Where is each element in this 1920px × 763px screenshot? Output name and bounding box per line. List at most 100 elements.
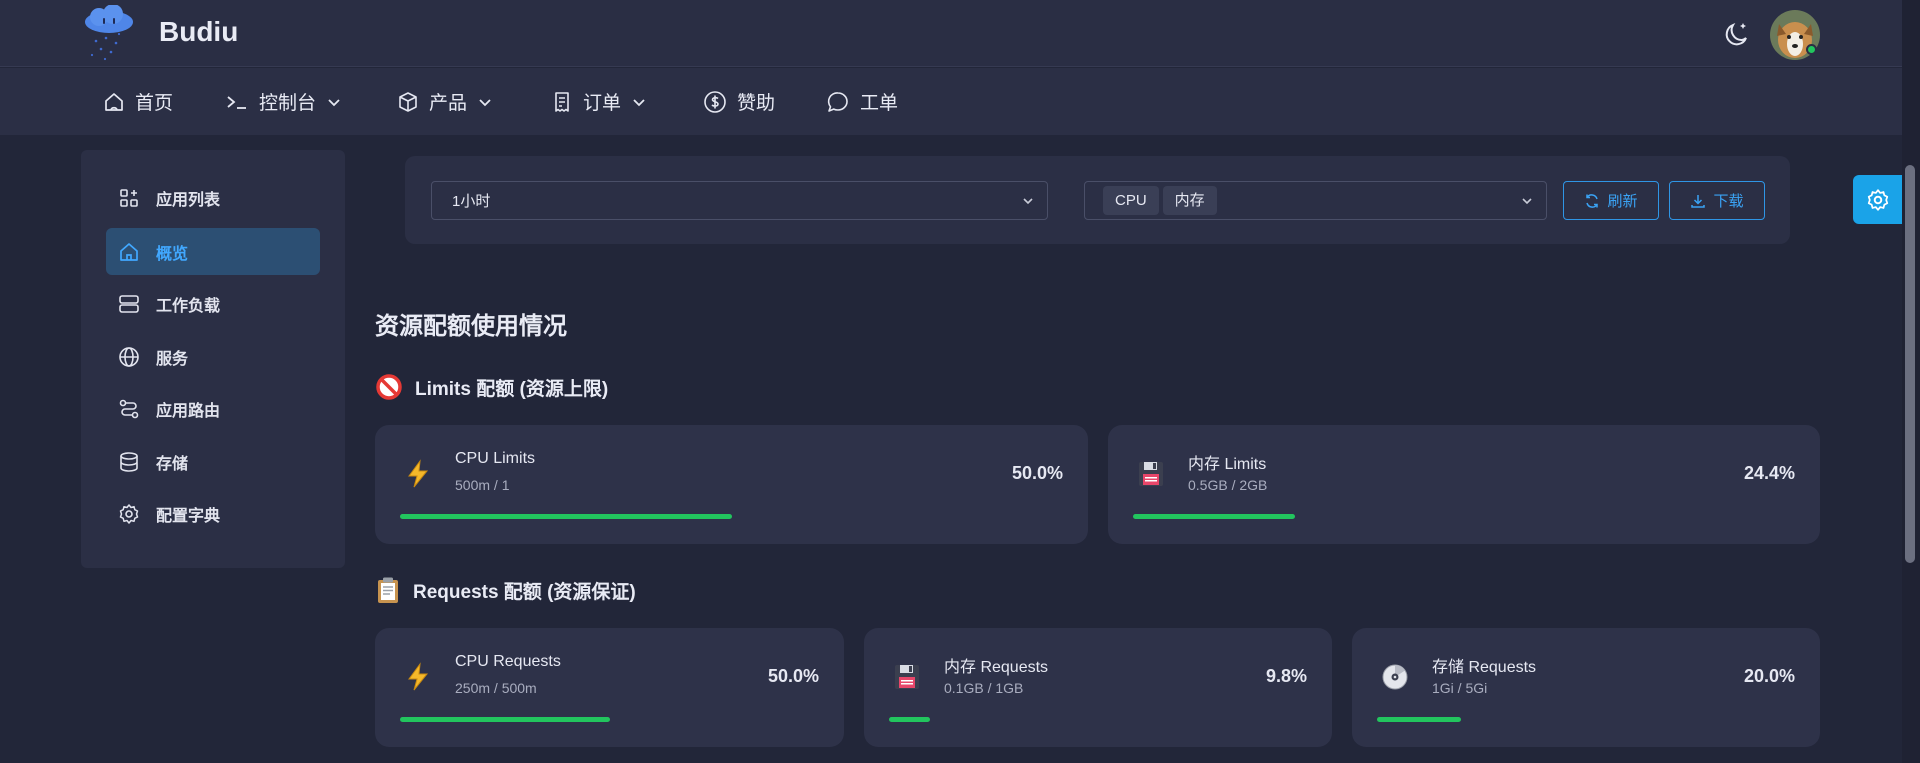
- brand-name[interactable]: Budiu: [159, 16, 238, 48]
- time-range-select[interactable]: 1小时: [431, 181, 1048, 220]
- chevron-down-icon: [328, 98, 340, 106]
- scrollbar-thumb[interactable]: [1905, 165, 1915, 563]
- route-icon: [119, 399, 139, 418]
- sidebar-item-storage[interactable]: 存储: [106, 438, 320, 485]
- moon-icon[interactable]: [1722, 18, 1752, 48]
- card-percent: 50.0%: [767, 666, 819, 686]
- chevron-down-icon: [479, 98, 491, 106]
- progress-bar: [889, 717, 1307, 722]
- nav-sponsor-label: 赞助: [737, 93, 776, 114]
- progress-fill: [1377, 717, 1461, 722]
- sidebar-item-label: 服务: [156, 350, 189, 368]
- cloud-logo-icon[interactable]: [82, 4, 136, 63]
- requests-heading-text: Requests 配额 (资源保证): [413, 581, 636, 603]
- home-icon: [120, 242, 138, 261]
- metric-tag-memory[interactable]: 内存: [1162, 186, 1217, 215]
- chat-icon: [827, 91, 848, 112]
- terminal-icon: [227, 95, 246, 109]
- receipt-icon: [555, 91, 569, 112]
- sidebar: 应用列表 概览 工作负载 服务 应用路由 存储 配置字典: [81, 150, 345, 568]
- nav-console[interactable]: 控制台: [225, 68, 342, 135]
- chevron-down-icon: [633, 98, 645, 106]
- sidebar-item-workloads[interactable]: 工作负载: [106, 280, 320, 327]
- nav-products-label: 产品: [429, 93, 468, 114]
- progress-fill: [1133, 514, 1295, 519]
- sidebar-item-label: 工作负载: [156, 297, 221, 315]
- limits-heading-text: Limits 配额 (资源上限): [415, 378, 609, 400]
- card-usage: 0.5GB / 2GB: [1188, 477, 1268, 493]
- memory-requests-card: 内存 Requests 0.1GB / 1GB 9.8%: [864, 628, 1332, 747]
- requests-heading: Requests 配额 (资源保证): [375, 576, 636, 604]
- progress-bar: [400, 514, 1063, 519]
- filter-panel: 1小时 CPU 内存 刷新 下载: [405, 156, 1790, 244]
- card-percent: 20.0%: [1743, 666, 1795, 686]
- metrics-multiselect[interactable]: CPU 内存: [1084, 181, 1547, 220]
- lightning-icon: [408, 662, 429, 691]
- card-usage: 250m / 500m: [455, 680, 537, 696]
- lightning-icon: [408, 459, 429, 488]
- progress-bar: [400, 717, 819, 722]
- card-usage: 1Gi / 5Gi: [1432, 680, 1488, 696]
- nav-tickets-label: 工单: [860, 93, 899, 114]
- globe-icon: [119, 346, 139, 367]
- card-title: 内存 Requests: [944, 659, 1049, 676]
- card-percent: 9.8%: [1265, 666, 1307, 686]
- download-button[interactable]: 下载: [1669, 181, 1765, 220]
- card-title: 存储 Requests: [1432, 659, 1537, 676]
- refresh-button[interactable]: 刷新: [1563, 181, 1659, 220]
- home-icon: [105, 92, 123, 111]
- sidebar-item-label: 存储: [156, 455, 189, 473]
- card-percent: 50.0%: [1011, 463, 1063, 483]
- progress-fill: [889, 717, 930, 722]
- sidebar-item-config-map[interactable]: 配置字典: [106, 490, 320, 537]
- settings-fab[interactable]: [1853, 175, 1902, 224]
- memory-limits-card: 内存 Limits 0.5GB / 2GB 24.4%: [1108, 425, 1820, 544]
- online-status-dot: [1806, 44, 1817, 55]
- time-range-value: 1小时: [452, 193, 491, 210]
- download-label: 下载: [1713, 193, 1744, 210]
- card-title: CPU Limits: [455, 450, 536, 467]
- nav-sponsor[interactable]: 赞助: [703, 68, 775, 135]
- sidebar-item-app-routes[interactable]: 应用路由: [106, 385, 320, 432]
- page-title: 资源配额使用情况: [375, 313, 567, 340]
- gear-icon: [119, 503, 139, 524]
- nav-orders[interactable]: 订单: [551, 68, 647, 135]
- refresh-icon: [1586, 193, 1599, 208]
- box-icon: [399, 91, 417, 112]
- nav-products[interactable]: 产品: [397, 68, 493, 135]
- grid-plus-icon: [120, 188, 138, 207]
- metric-tag-cpu[interactable]: CPU: [1103, 186, 1159, 215]
- chevron-down-icon: [1023, 198, 1033, 205]
- disc-icon: [1382, 664, 1408, 690]
- sidebar-item-app-list[interactable]: 应用列表: [106, 174, 320, 221]
- refresh-label: 刷新: [1607, 193, 1638, 210]
- sidebar-item-label: 应用列表: [156, 191, 221, 209]
- sidebar-item-services[interactable]: 服务: [106, 333, 320, 380]
- nav-tickets[interactable]: 工单: [826, 68, 898, 135]
- floppy-disk-icon: [1139, 462, 1163, 486]
- prohibited-icon: [376, 374, 402, 400]
- sidebar-item-overview[interactable]: 概览: [106, 228, 320, 275]
- chevron-down-icon: [1522, 198, 1532, 205]
- progress-fill: [400, 717, 610, 722]
- card-title: CPU Requests: [455, 653, 561, 670]
- download-icon: [1691, 194, 1706, 208]
- progress-bar: [1133, 514, 1795, 519]
- sidebar-item-label: 概览: [156, 245, 189, 263]
- card-title: 内存 Limits: [1188, 456, 1267, 473]
- sidebar-item-label: 应用路由: [156, 402, 221, 420]
- main-nav: 首页 控制台 产品 订单 赞助 工单: [0, 68, 1902, 135]
- server-icon: [119, 294, 139, 313]
- card-usage: 0.1GB / 1GB: [944, 680, 1024, 696]
- clipboard-icon: [378, 577, 398, 603]
- card-usage: 500m / 1: [455, 477, 510, 493]
- nav-home[interactable]: 首页: [103, 68, 173, 135]
- floppy-disk-icon: [895, 665, 919, 689]
- limits-heading: Limits 配额 (资源上限): [375, 373, 608, 401]
- storage-requests-card: 存储 Requests 1Gi / 5Gi 20.0%: [1352, 628, 1820, 747]
- top-header: Budiu: [0, 0, 1902, 67]
- card-percent: 24.4%: [1743, 463, 1795, 483]
- progress-bar: [1377, 717, 1795, 722]
- nav-orders-label: 订单: [583, 93, 622, 114]
- nav-console-label: 控制台: [259, 93, 317, 114]
